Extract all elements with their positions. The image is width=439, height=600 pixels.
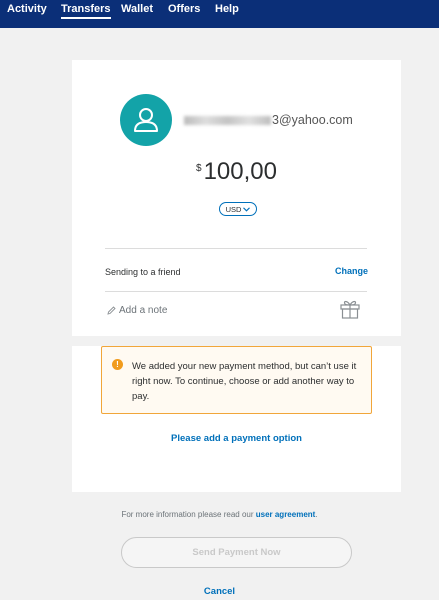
nav-offers[interactable]: Offers xyxy=(168,0,200,15)
nav-transfers[interactable]: Transfers xyxy=(61,0,111,19)
recipient-email: 3@yahoo.com xyxy=(184,113,353,127)
footer-period: . xyxy=(315,510,318,519)
amount-display: $100,00 xyxy=(72,158,401,186)
add-note-field[interactable]: Add a note xyxy=(107,305,167,316)
cancel-link[interactable]: Cancel xyxy=(0,586,439,597)
warning-icon: ! xyxy=(112,359,123,370)
payment-method-card: ! We added your new payment method, but … xyxy=(72,346,401,492)
pencil-icon xyxy=(107,306,116,315)
amount-value: 100,00 xyxy=(203,158,277,185)
sending-type-label: Sending to a friend xyxy=(105,267,181,277)
nav-activity[interactable]: Activity xyxy=(7,0,47,15)
top-navigation: Activity Transfers Wallet Offers Help xyxy=(0,0,439,28)
user-agreement-link[interactable]: user agreement xyxy=(256,510,316,519)
chevron-down-icon xyxy=(243,206,251,212)
payment-card: 3@yahoo.com $100,00 USD Sending to a fri… xyxy=(72,60,401,336)
divider xyxy=(105,291,367,292)
warning-alert: ! We added your new payment method, but … xyxy=(101,346,372,414)
user-icon xyxy=(134,108,158,132)
gift-icon[interactable] xyxy=(339,298,361,320)
currency-symbol: $ xyxy=(196,163,202,174)
divider xyxy=(105,248,367,249)
recipient-avatar xyxy=(120,94,172,146)
redacted-email-prefix xyxy=(184,116,271,126)
add-note-placeholder: Add a note xyxy=(119,305,168,316)
footer-info: For more information please read our use… xyxy=(0,510,439,519)
nav-wallet[interactable]: Wallet xyxy=(121,0,153,15)
send-payment-button[interactable]: Send Payment Now xyxy=(121,537,352,568)
add-payment-option-link[interactable]: Please add a payment option xyxy=(72,433,401,444)
alert-message: We added your new payment method, but ca… xyxy=(132,361,357,402)
currency-selector[interactable]: USD xyxy=(219,202,257,216)
nav-help[interactable]: Help xyxy=(215,0,239,15)
email-suffix: 3@yahoo.com xyxy=(272,113,353,127)
change-link[interactable]: Change xyxy=(335,266,368,276)
footer-info-text: For more information please read our xyxy=(121,510,254,519)
currency-code: USD xyxy=(225,204,242,214)
